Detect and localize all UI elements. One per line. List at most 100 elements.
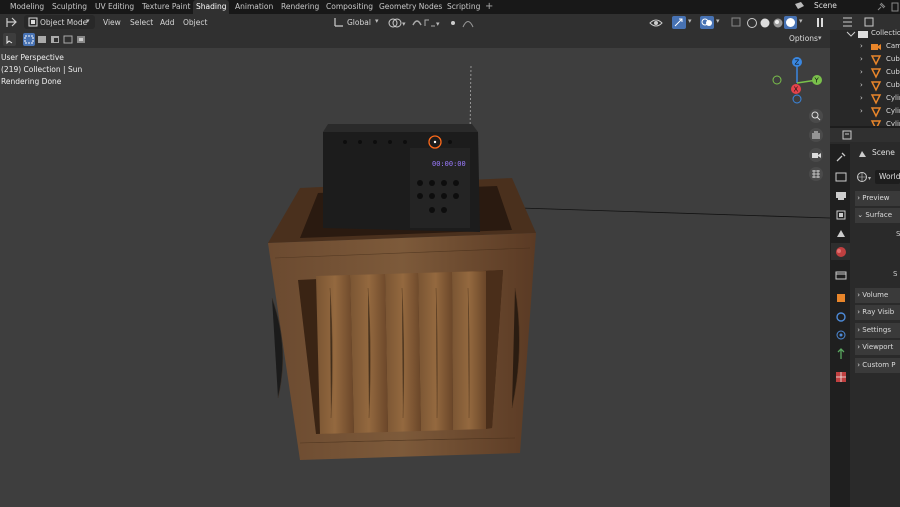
- tab-compositing[interactable]: Compositing: [323, 0, 376, 14]
- outliner-editor-icon[interactable]: [840, 15, 858, 29]
- tab-uv-editing[interactable]: UV Editing: [92, 0, 137, 14]
- pivot-point-icon[interactable]: ▾: [387, 16, 409, 30]
- world-name-field[interactable]: World: [875, 170, 900, 184]
- snap-icon[interactable]: [411, 16, 423, 30]
- panel-custom-properties[interactable]: › Custom P: [855, 358, 900, 373]
- outliner-item[interactable]: Cylin: [830, 118, 900, 126]
- overlay-toggle[interactable]: [700, 16, 714, 29]
- pause-icon[interactable]: [814, 16, 826, 30]
- xray-icon[interactable]: [730, 16, 742, 30]
- expand-arrow-icon[interactable]: ›: [860, 92, 863, 105]
- add-workspace-icon[interactable]: +: [485, 0, 493, 14]
- menu-object[interactable]: Object: [183, 14, 207, 31]
- solid-shading-icon[interactable]: [759, 16, 771, 30]
- copy-scene-icon[interactable]: [890, 1, 900, 13]
- tab-rendering[interactable]: Rendering: [278, 0, 322, 14]
- overlay-icon: [701, 18, 712, 26]
- navigation-gizmo[interactable]: Z Y X: [770, 53, 830, 113]
- texture-tab-icon[interactable]: [834, 370, 848, 384]
- tab-geometry-nodes[interactable]: Geometry Nodes: [376, 0, 445, 14]
- panel-settings[interactable]: › Settings: [855, 323, 900, 338]
- ortho-toggle-button[interactable]: [809, 167, 823, 181]
- pin-icon[interactable]: [875, 1, 887, 13]
- panel-surface[interactable]: ⌄ Surface: [855, 208, 900, 223]
- select-cursor-icon: [6, 36, 13, 45]
- panel-preview[interactable]: › Preview: [855, 191, 900, 206]
- material-shading-icon[interactable]: [772, 16, 784, 30]
- tab-modeling[interactable]: Modeling: [7, 0, 47, 14]
- tab-animation[interactable]: Animation: [232, 0, 276, 14]
- scene-icon: [859, 151, 866, 157]
- options-dropdown[interactable]: Options ▾: [785, 33, 827, 46]
- tool-tab-icon[interactable]: [834, 150, 848, 164]
- view-layer-tab-icon[interactable]: [834, 208, 848, 222]
- chevron-down-icon[interactable]: ▾: [799, 17, 803, 25]
- snap-target-icon[interactable]: ▾: [423, 16, 443, 30]
- surface-partial-label: S: [896, 230, 900, 238]
- panel-label: Viewport: [862, 343, 894, 351]
- collection-label[interactable]: Collection: [871, 27, 900, 40]
- camera-view-button[interactable]: [809, 148, 823, 162]
- rendered-shading-toggle[interactable]: [784, 16, 797, 29]
- light-direction-line: [469, 65, 472, 133]
- constraint-tab-icon[interactable]: [834, 347, 848, 361]
- world-tab-active[interactable]: [831, 243, 850, 260]
- zoom-button[interactable]: [809, 109, 823, 123]
- expand-arrow-icon[interactable]: ›: [860, 79, 863, 92]
- expand-arrow-icon[interactable]: ›: [860, 40, 863, 53]
- workspace-bar: Modeling Sculpting UV Editing Texture Pa…: [0, 0, 900, 14]
- panel-viewport[interactable]: › Viewport: [855, 340, 900, 355]
- collection-tab-icon[interactable]: [834, 268, 848, 282]
- 3d-viewport[interactable]: User Perspective (219) Collection | Sun …: [0, 48, 830, 507]
- select-invert-icon[interactable]: [62, 33, 74, 46]
- world-icon[interactable]: ▾: [856, 170, 876, 184]
- wireframe-shading-icon[interactable]: [746, 16, 758, 30]
- select-subtract-icon[interactable]: [49, 33, 61, 46]
- visibility-icon[interactable]: [648, 16, 668, 30]
- transform-orientation-dropdown[interactable]: Global ▾: [333, 15, 383, 29]
- properties-editor-icon[interactable]: [840, 128, 858, 142]
- chevron-down-icon[interactable]: ▾: [688, 17, 692, 25]
- chevron-down-icon: ▾: [818, 34, 822, 42]
- falloff-icon[interactable]: [461, 16, 475, 30]
- scene-tab-icon[interactable]: [834, 227, 848, 241]
- tab-shading[interactable]: Shading: [193, 0, 230, 14]
- mode-dropdown[interactable]: Object Mode ▾: [24, 15, 95, 29]
- proportional-edit-icon[interactable]: [447, 16, 459, 30]
- panel-label: Surface: [865, 211, 892, 219]
- outliner-item-label: Cub: [886, 55, 900, 63]
- select-new-button[interactable]: [23, 33, 35, 46]
- expand-arrow-icon[interactable]: ›: [860, 53, 863, 66]
- object-tab-icon[interactable]: [834, 291, 848, 305]
- active-tool-button[interactable]: [3, 33, 16, 46]
- mesh-icon: [870, 120, 882, 126]
- hand-icon: [812, 131, 820, 139]
- collection-expand-icon[interactable]: [845, 28, 857, 40]
- expand-arrow-icon[interactable]: ›: [860, 66, 863, 79]
- menu-select[interactable]: Select: [130, 14, 153, 31]
- panel-ray-visibility[interactable]: › Ray Visib: [855, 305, 900, 320]
- options-label: Options: [789, 34, 818, 43]
- pan-button[interactable]: [809, 128, 823, 142]
- gizmo-toggle[interactable]: [672, 16, 686, 29]
- tab-scripting[interactable]: Scripting: [444, 0, 483, 14]
- render-tab-icon[interactable]: [834, 170, 848, 184]
- output-tab-icon[interactable]: [834, 189, 848, 203]
- tab-sculpting[interactable]: Sculpting: [49, 0, 90, 14]
- svg-text:X: X: [794, 86, 799, 94]
- modifier-tab-icon[interactable]: [834, 310, 848, 324]
- editor-type-icon[interactable]: [3, 14, 23, 31]
- chevron-down-icon: ⌄: [855, 211, 866, 219]
- chevron-down-icon[interactable]: ▾: [716, 17, 720, 25]
- outliner-item-label: Cylin: [886, 120, 900, 126]
- panel-volume[interactable]: › Volume: [855, 288, 900, 303]
- expand-arrow-icon[interactable]: ›: [860, 105, 863, 118]
- select-intersect-icon[interactable]: [75, 33, 87, 46]
- menu-add[interactable]: Add: [160, 14, 175, 31]
- mesh-icon: [870, 68, 882, 79]
- select-extend-icon[interactable]: [36, 33, 48, 46]
- tab-texture-paint[interactable]: Texture Paint: [139, 0, 193, 14]
- menu-view[interactable]: View: [103, 14, 121, 31]
- physics-tab-icon[interactable]: [834, 328, 848, 342]
- scene-selector[interactable]: Scene: [790, 0, 900, 13]
